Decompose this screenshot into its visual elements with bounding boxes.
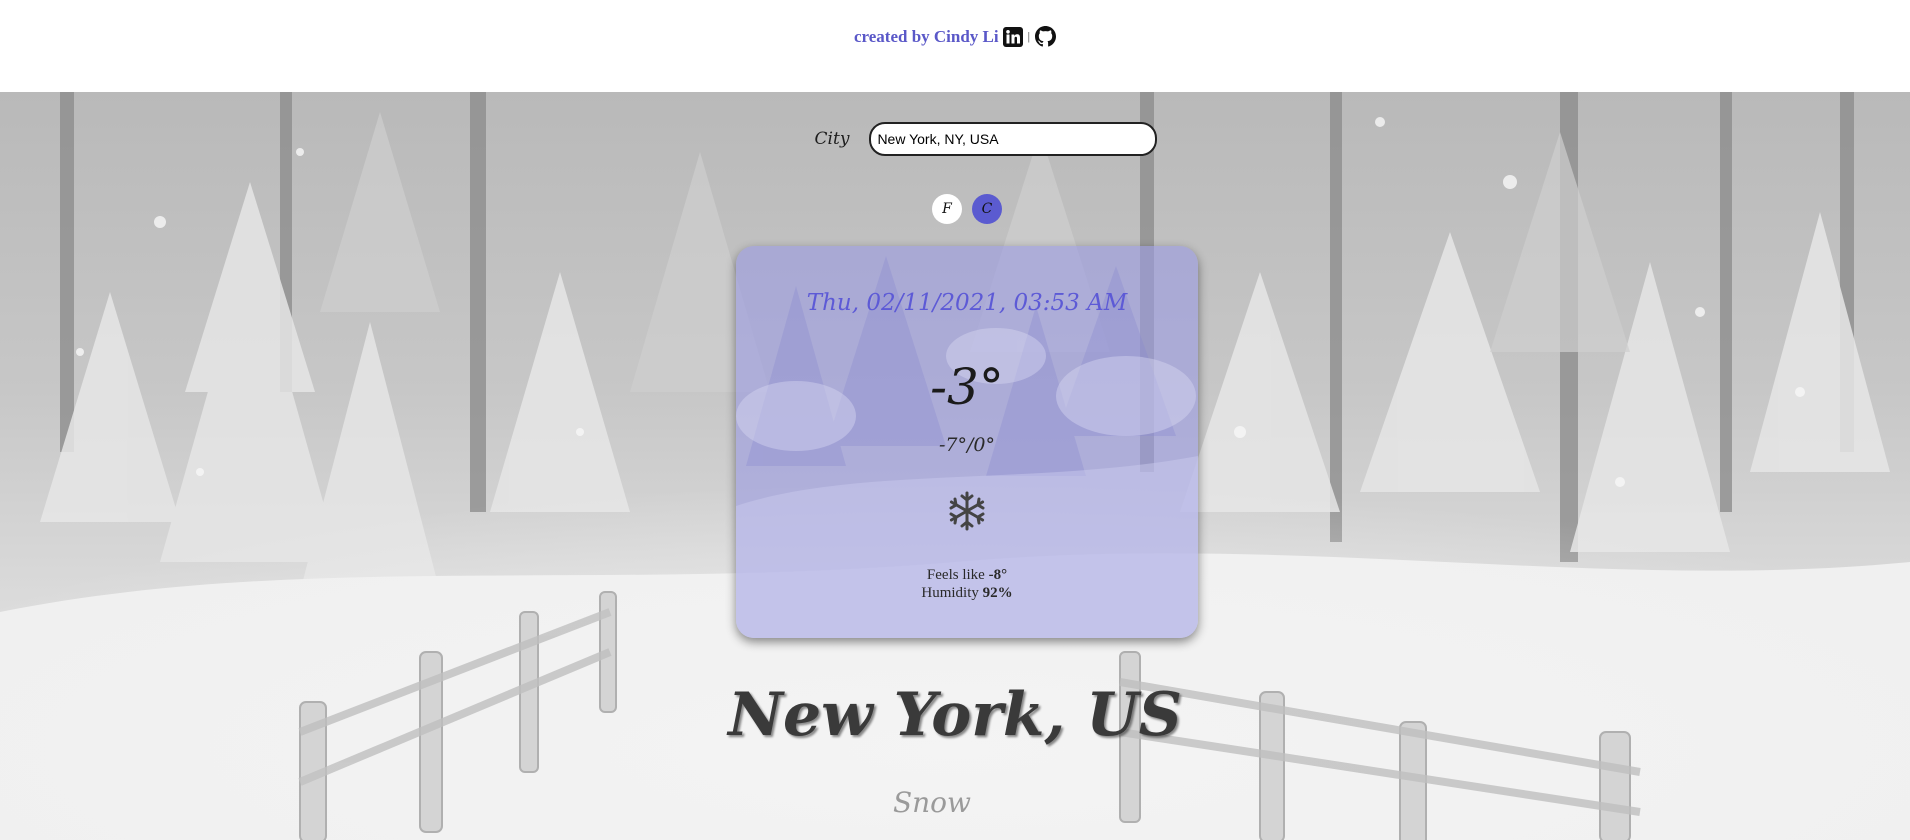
weather-card: Thu, 02/11/2021, 03:53 AM -3° -7°/0° Fee… — [736, 246, 1198, 638]
weather-details: Feels like -8° Humidity 92% — [736, 566, 1198, 602]
feels-like-row: Feels like -8° — [736, 566, 1198, 584]
date-time: Thu, 02/11/2021, 03:53 AM — [806, 290, 1128, 316]
city-search: City — [0, 122, 1910, 156]
linkedin-link[interactable] — [1002, 26, 1023, 47]
city-name: New York, US — [728, 680, 1182, 750]
celsius-button[interactable]: C — [972, 194, 1002, 224]
feels-like-value: -8° — [988, 567, 1008, 583]
snowflake-icon — [949, 491, 985, 531]
city-input[interactable] — [869, 122, 1158, 156]
humidity-value: 92% — [982, 585, 1013, 601]
page-header: created by Cindy Li | — [0, 0, 1910, 92]
github-link[interactable] — [1035, 26, 1057, 47]
link-separator: | — [1027, 29, 1031, 43]
feels-like-label: Feels like — [926, 567, 985, 583]
city-label: City — [814, 129, 850, 149]
github-icon — [1035, 26, 1057, 47]
humidity-row: Humidity 92% — [736, 584, 1198, 602]
humidity-label: Humidity — [921, 585, 979, 601]
unit-toggle: F C — [932, 194, 1002, 224]
credit-text: created by Cindy Li — [853, 26, 999, 46]
current-temperature: -3° — [930, 358, 1004, 416]
temperature-range: -7°/0° — [939, 434, 995, 456]
credit-line: created by Cindy Li | — [853, 26, 1057, 47]
weather-icon-wrapper — [946, 490, 988, 532]
fahrenheit-button[interactable]: F — [932, 194, 962, 224]
weather-condition: Snow — [892, 786, 972, 819]
card-content: Thu, 02/11/2021, 03:53 AM -3° -7°/0° Fee… — [736, 246, 1198, 638]
linkedin-icon — [1002, 26, 1023, 47]
